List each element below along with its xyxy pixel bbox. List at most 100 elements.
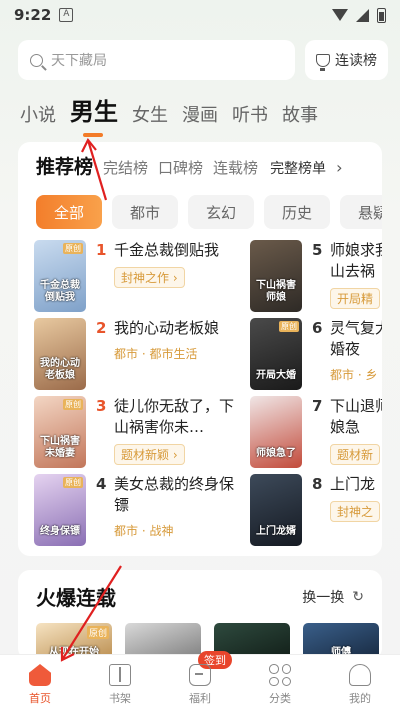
- nav-label: 我的: [349, 692, 371, 705]
- original-badge: 原创: [279, 321, 299, 332]
- tab-audiobook[interactable]: 听书: [232, 101, 268, 127]
- book-line: 2 我的心动老板娘: [96, 318, 234, 339]
- book-cover: 原创 千金总裁倒贴我: [34, 240, 86, 312]
- full-ranking-link[interactable]: 完整榜单: [270, 158, 326, 178]
- nav-home[interactable]: 首页: [0, 655, 80, 710]
- ranking-tab-reputation[interactable]: 口碑榜: [158, 157, 203, 178]
- book-line: 6 灵气复大婚夜: [312, 318, 382, 360]
- book-tag[interactable]: 题材新颖 ›: [114, 444, 185, 465]
- nav-label: 首页: [29, 692, 51, 705]
- tab-comic[interactable]: 漫画: [182, 101, 218, 127]
- refresh-icon: ↻: [352, 588, 364, 605]
- battery-icon: [377, 7, 386, 23]
- cover-title: 下山祸害师娘: [256, 280, 296, 303]
- nav-label: 分类: [269, 692, 291, 705]
- bookshelf-icon: [109, 664, 131, 686]
- book-info: 5 师娘求我山去祸 开局精: [312, 240, 382, 312]
- book-cover: 上门龙婿: [250, 474, 302, 546]
- book-cover: 我的心动老板娘: [34, 318, 86, 390]
- tab-female[interactable]: 女生: [132, 101, 168, 127]
- status-time: 9:22: [14, 6, 52, 24]
- rank-number: 3: [96, 397, 107, 415]
- book-cover: 师娘急了: [250, 396, 302, 468]
- trophy-icon: [316, 53, 330, 71]
- original-badge: 原创: [86, 626, 109, 639]
- rank-number: 6: [312, 319, 323, 337]
- bottom-navigation: 首页 书架 签到 福利 分类 我的: [0, 651, 400, 710]
- hot-title: 火爆连载: [36, 586, 116, 610]
- nav-welfare[interactable]: 签到 福利: [160, 651, 240, 710]
- cover-title: 上门龙婿: [256, 526, 296, 537]
- book-line: 1 千金总裁倒贴我: [96, 240, 234, 261]
- readlist-label: 连读榜: [335, 53, 377, 69]
- notification-a-icon: A: [59, 8, 74, 22]
- book-info: 1 千金总裁倒贴我 封神之作 ›: [96, 240, 234, 312]
- home-icon: [29, 664, 51, 686]
- book-tag[interactable]: 封神之: [330, 501, 381, 522]
- rank-number: 2: [96, 319, 107, 337]
- ranking-card: 推荐榜 完结榜 口碑榜 连载榜 完整榜单 › 全部 都市 玄幻 历史 悬疑 原创…: [18, 142, 382, 556]
- chip-urban[interactable]: 都市: [112, 195, 178, 229]
- book-item[interactable]: 上门龙婿 8 上门龙 封神之: [250, 474, 382, 546]
- ranking-title[interactable]: 推荐榜: [36, 152, 93, 179]
- rank-number: 4: [96, 475, 107, 493]
- cover-title: 终身保镖: [40, 526, 80, 537]
- hot-serial-card: 火爆连载 换一换 ↻ 原创 从现在开始 师傅: [18, 570, 382, 660]
- category-tabs: 小说 男生 女生 漫画 听书 故事: [20, 92, 318, 137]
- book-item[interactable]: 原创 下山祸害未婚妻 3 徒儿你无敌了，下山祸害你未… 题材新颖 ›: [34, 396, 244, 468]
- chip-history[interactable]: 历史: [264, 195, 330, 229]
- book-tag[interactable]: 题材新: [330, 444, 381, 465]
- rank-number: 5: [312, 241, 323, 259]
- readlist-button[interactable]: 连读榜: [305, 40, 388, 80]
- book-item[interactable]: 原创 千金总裁倒贴我 1 千金总裁倒贴我 封神之作 ›: [34, 240, 244, 312]
- book-tag: 都市 · 乡: [330, 368, 378, 382]
- book-item[interactable]: 下山祸害师娘 5 师娘求我山去祸 开局精: [250, 240, 382, 312]
- chip-fantasy[interactable]: 玄幻: [188, 195, 254, 229]
- book-tag[interactable]: 封神之作 ›: [114, 267, 185, 288]
- chevron-right-icon[interactable]: ›: [336, 158, 342, 177]
- book-item[interactable]: 原创 开局大婚 6 灵气复大婚夜 都市 · 乡: [250, 318, 382, 390]
- category-icon: [269, 664, 291, 686]
- genre-chips: 全部 都市 玄幻 历史 悬疑: [18, 179, 382, 229]
- wifi-icon: [332, 9, 348, 21]
- book-title: 师娘求我山去祸: [330, 241, 382, 280]
- book-title: 千金总裁倒贴我: [114, 241, 220, 259]
- book-item[interactable]: 师娘急了 7 下山退师娘急 题材新: [250, 396, 382, 468]
- chip-suspense[interactable]: 悬疑: [340, 195, 382, 229]
- book-cover: 原创 开局大婚: [250, 318, 302, 390]
- book-title: 上门龙: [330, 475, 376, 493]
- nav-bookshelf[interactable]: 书架: [80, 655, 160, 710]
- tab-male[interactable]: 男生: [70, 92, 118, 137]
- original-badge: 原创: [63, 477, 83, 488]
- book-title: 我的心动老板娘: [114, 319, 220, 337]
- status-bar: 9:22 A: [0, 0, 400, 30]
- book-info: 7 下山退师娘急 题材新: [312, 396, 382, 468]
- switch-button[interactable]: 换一换 ↻: [302, 587, 364, 607]
- tab-novel[interactable]: 小说: [20, 101, 56, 127]
- chip-all[interactable]: 全部: [36, 195, 102, 229]
- nav-profile[interactable]: 我的: [320, 655, 400, 710]
- ranking-header: 推荐榜 完结榜 口碑榜 连载榜 完整榜单 ›: [18, 142, 382, 179]
- book-title: 下山退师娘急: [330, 397, 382, 436]
- book-item[interactable]: 原创 终身保镖 4 美女总裁的终身保镖 都市 · 战神: [34, 474, 244, 546]
- cover-title: 师娘急了: [256, 448, 296, 459]
- ranking-tab-finished[interactable]: 完结榜: [103, 157, 148, 178]
- book-line: 3 徒儿你无敌了，下山祸害你未…: [96, 396, 234, 438]
- search-input[interactable]: 天下藏局: [18, 40, 295, 80]
- search-icon: [30, 53, 43, 67]
- tab-story[interactable]: 故事: [282, 101, 318, 127]
- book-item[interactable]: 我的心动老板娘 2 我的心动老板娘 都市 · 都市生活: [34, 318, 244, 390]
- book-line: 8 上门龙: [312, 474, 382, 495]
- hot-header: 火爆连载 换一换 ↻: [18, 570, 382, 611]
- book-line: 5 师娘求我山去祸: [312, 240, 382, 282]
- nav-category[interactable]: 分类: [240, 655, 320, 710]
- book-tag[interactable]: 开局精: [330, 288, 381, 309]
- rank-number: 8: [312, 475, 323, 493]
- book-cover: 原创 终身保镖: [34, 474, 86, 546]
- book-title: 灵气复大婚夜: [330, 319, 382, 358]
- cover-title: 千金总裁倒贴我: [40, 280, 80, 303]
- search-placeholder: 天下藏局: [51, 53, 107, 69]
- book-title: 徒儿你无敌了，下山祸害你未…: [114, 397, 234, 436]
- ranking-tab-serial[interactable]: 连载榜: [213, 157, 258, 178]
- book-info: 4 美女总裁的终身保镖 都市 · 战神: [96, 474, 234, 546]
